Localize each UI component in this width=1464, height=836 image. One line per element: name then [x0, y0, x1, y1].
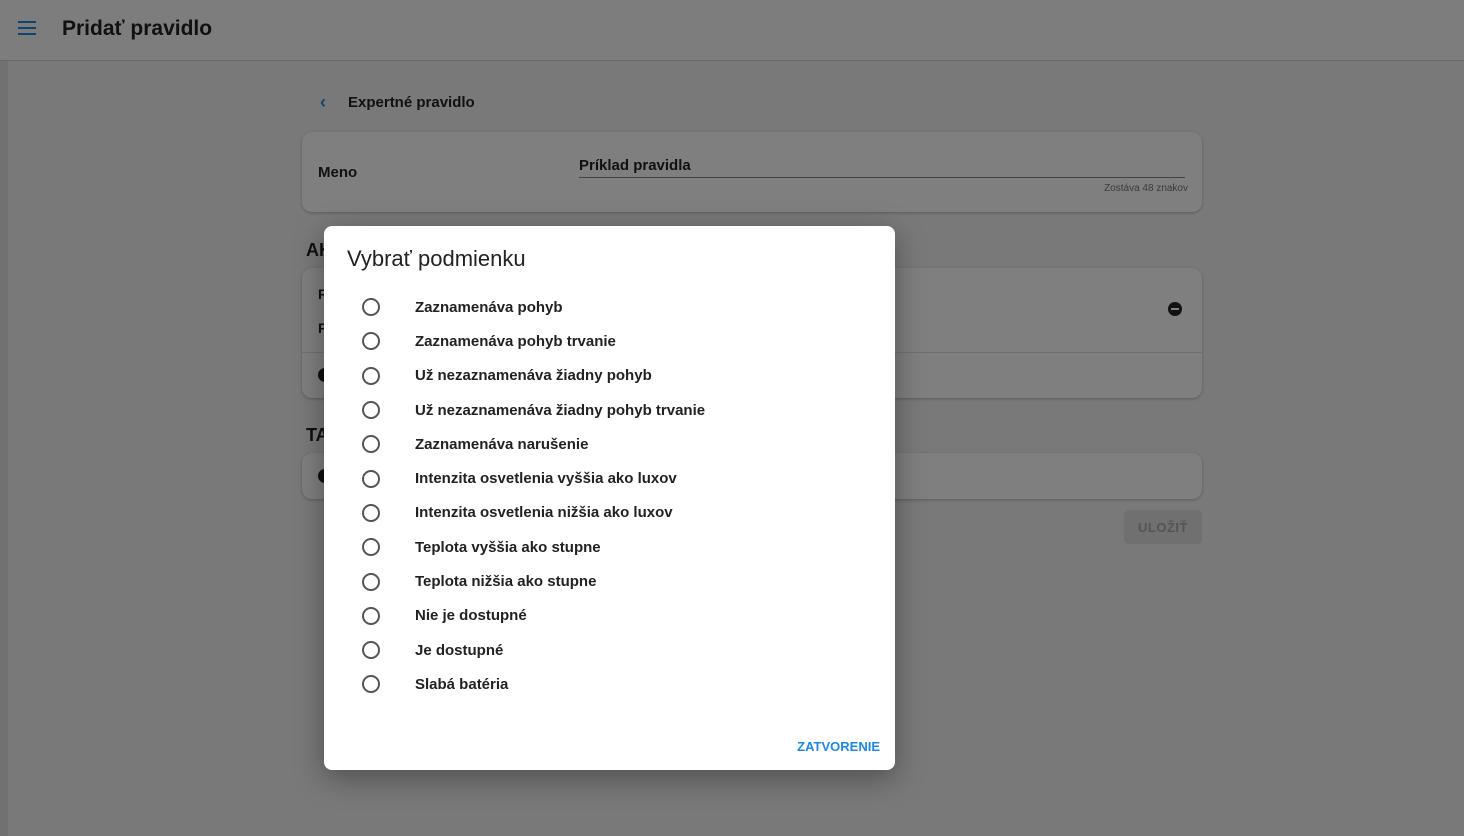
option-label: Zaznamenáva pohyb trvanie	[415, 332, 616, 350]
condition-option[interactable]: Teplota vyššia ako stupne	[362, 530, 705, 564]
option-label: Teplota vyššia ako stupne	[415, 538, 601, 556]
condition-options: Zaznamenáva pohyb Zaznamenáva pohyb trva…	[362, 290, 705, 702]
radio-icon[interactable]	[362, 298, 380, 317]
select-condition-dialog: Vybrať podmienku Zaznamenáva pohyb Zazna…	[324, 226, 895, 770]
condition-option[interactable]: Už nezaznamenáva žiadny pohyb	[362, 359, 705, 393]
option-label: Už nezaznamenáva žiadny pohyb	[415, 367, 652, 385]
radio-icon[interactable]	[362, 401, 380, 420]
radio-icon[interactable]	[362, 332, 380, 351]
close-dialog-button[interactable]: ZATVORENIE	[797, 739, 880, 754]
option-label: Intenzita osvetlenia vyššia ako luxov	[415, 470, 677, 488]
condition-option[interactable]: Slabá batéria	[362, 667, 705, 701]
radio-icon[interactable]	[362, 435, 380, 454]
radio-icon[interactable]	[362, 503, 380, 522]
condition-option[interactable]: Zaznamenáva pohyb trvanie	[362, 324, 705, 358]
radio-icon[interactable]	[362, 366, 380, 385]
radio-icon[interactable]	[362, 606, 380, 625]
condition-option[interactable]: Zaznamenáva pohyb	[362, 290, 705, 324]
option-label: Zaznamenáva narušenie	[415, 435, 589, 453]
radio-icon[interactable]	[362, 538, 380, 557]
condition-option[interactable]: Zaznamenáva narušenie	[362, 427, 705, 461]
condition-option[interactable]: Nie je dostupné	[362, 599, 705, 633]
option-label: Nie je dostupné	[415, 607, 527, 625]
condition-option[interactable]: Už nezaznamenáva žiadny pohyb trvanie	[362, 393, 705, 427]
option-label: Zaznamenáva pohyb	[415, 298, 563, 316]
radio-icon[interactable]	[362, 572, 380, 591]
condition-option[interactable]: Teplota nižšia ako stupne	[362, 564, 705, 598]
option-label: Je dostupné	[415, 641, 504, 659]
radio-icon[interactable]	[362, 469, 380, 488]
dialog-title: Vybrať podmienku	[347, 246, 526, 271]
option-label: Intenzita osvetlenia nižšia ako luxov	[415, 504, 673, 522]
radio-icon[interactable]	[362, 641, 380, 660]
option-label: Už nezaznamenáva žiadny pohyb trvanie	[415, 401, 706, 419]
radio-icon[interactable]	[362, 675, 380, 694]
condition-option[interactable]: Je dostupné	[362, 633, 705, 667]
condition-option[interactable]: Intenzita osvetlenia vyššia ako luxov	[362, 461, 705, 495]
option-label: Teplota nižšia ako stupne	[415, 573, 597, 591]
condition-option[interactable]: Intenzita osvetlenia nižšia ako luxov	[362, 496, 705, 530]
option-label: Slabá batéria	[415, 675, 509, 693]
